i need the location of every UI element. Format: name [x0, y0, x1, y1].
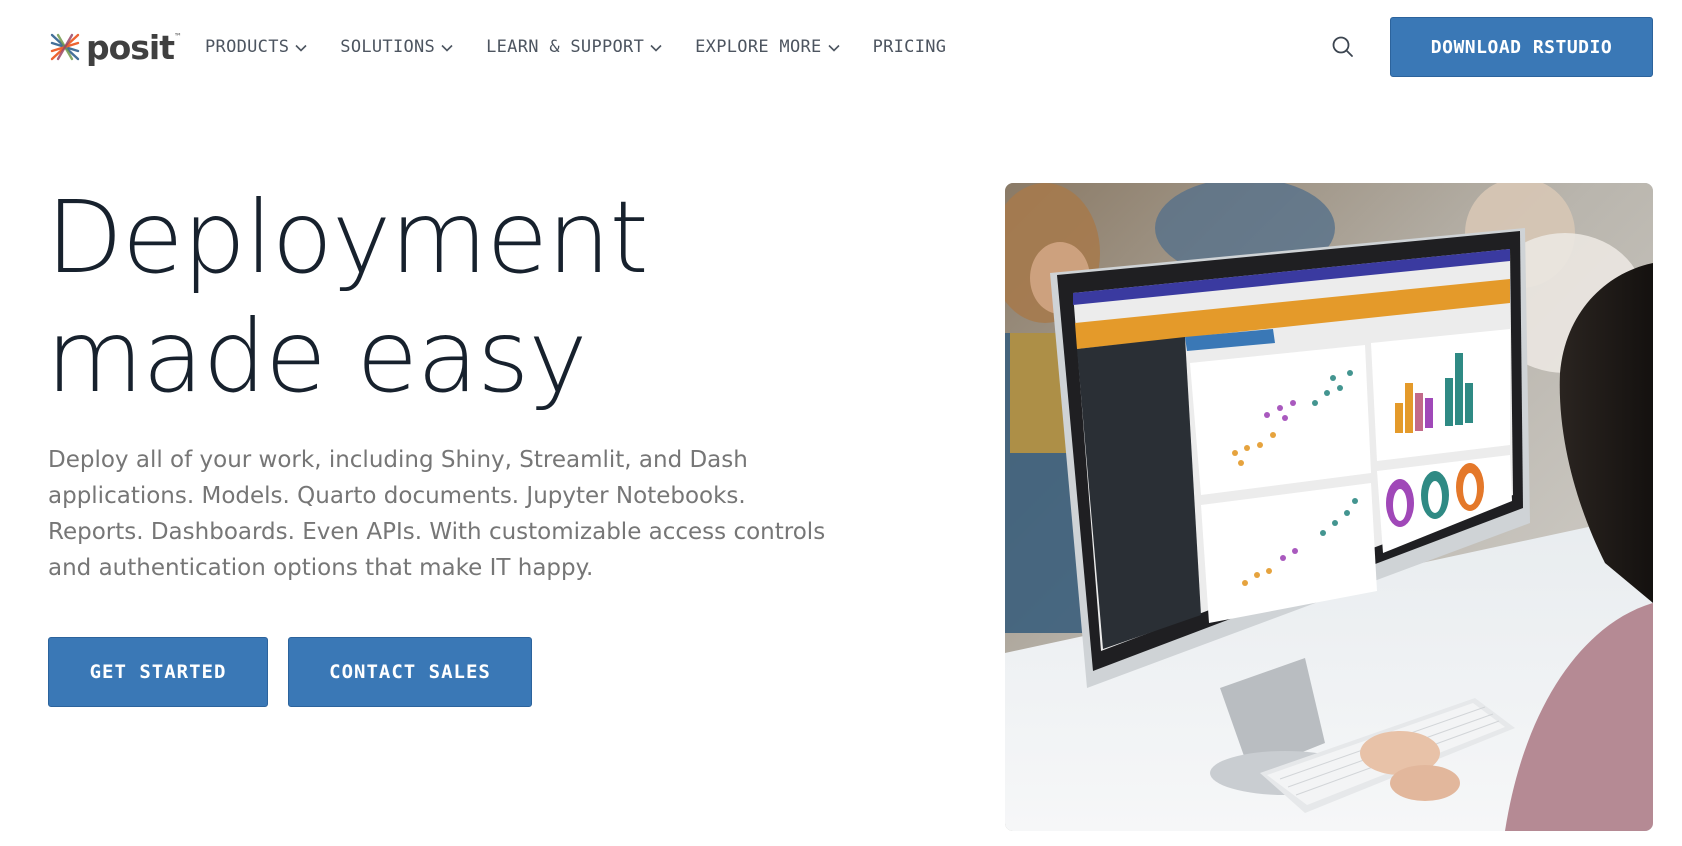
download-rstudio-button[interactable]: DOWNLOAD RSTUDIO — [1390, 17, 1653, 77]
nav-pricing-label: PRICING — [872, 37, 947, 57]
nav-pricing[interactable]: PRICING — [873, 37, 947, 57]
site-header: posit ™ PRODUCTS SOLUTIONS LEARN & SUPPO… — [0, 0, 1682, 94]
hero-title-line-1: Deployment — [46, 179, 649, 296]
hero-title: Deployment made easy — [46, 178, 926, 416]
chevron-down-icon — [827, 37, 840, 57]
nav-explore-more-label: EXPLORE MORE — [695, 37, 822, 57]
trademark: ™ — [174, 32, 183, 41]
hero-title-line-2: made easy — [46, 298, 588, 415]
nav-products-label: PRODUCTS — [205, 37, 290, 57]
chevron-down-icon — [441, 37, 453, 57]
nav-solutions[interactable]: SOLUTIONS — [340, 37, 453, 57]
chevron-down-icon — [650, 37, 662, 57]
search-button[interactable] — [1330, 34, 1356, 60]
get-started-button[interactable]: GET STARTED — [48, 637, 268, 707]
hero-description: Deploy all of your work, including Shiny… — [48, 447, 826, 581]
contact-sales-button[interactable]: CONTACT SALES — [288, 637, 532, 707]
main-nav: PRODUCTS SOLUTIONS LEARN & SUPPORT EXPLO… — [205, 34, 946, 60]
posit-logo-icon — [48, 31, 82, 63]
chevron-down-icon — [295, 37, 307, 57]
nav-solutions-label: SOLUTIONS — [340, 37, 436, 57]
nav-learn-support[interactable]: LEARN & SUPPORT — [486, 37, 662, 57]
nav-products[interactable]: PRODUCTS — [205, 37, 307, 57]
person-at-monitor-with-dashboard-photo — [1005, 183, 1653, 831]
nav-learn-support-label: LEARN & SUPPORT — [486, 37, 645, 57]
posit-wordmark: posit — [86, 27, 175, 67]
hero-photo — [1005, 183, 1653, 831]
nav-explore-more[interactable]: EXPLORE MORE — [695, 37, 840, 57]
posit-logo[interactable]: posit ™ — [48, 28, 182, 66]
search-icon — [1330, 36, 1356, 64]
